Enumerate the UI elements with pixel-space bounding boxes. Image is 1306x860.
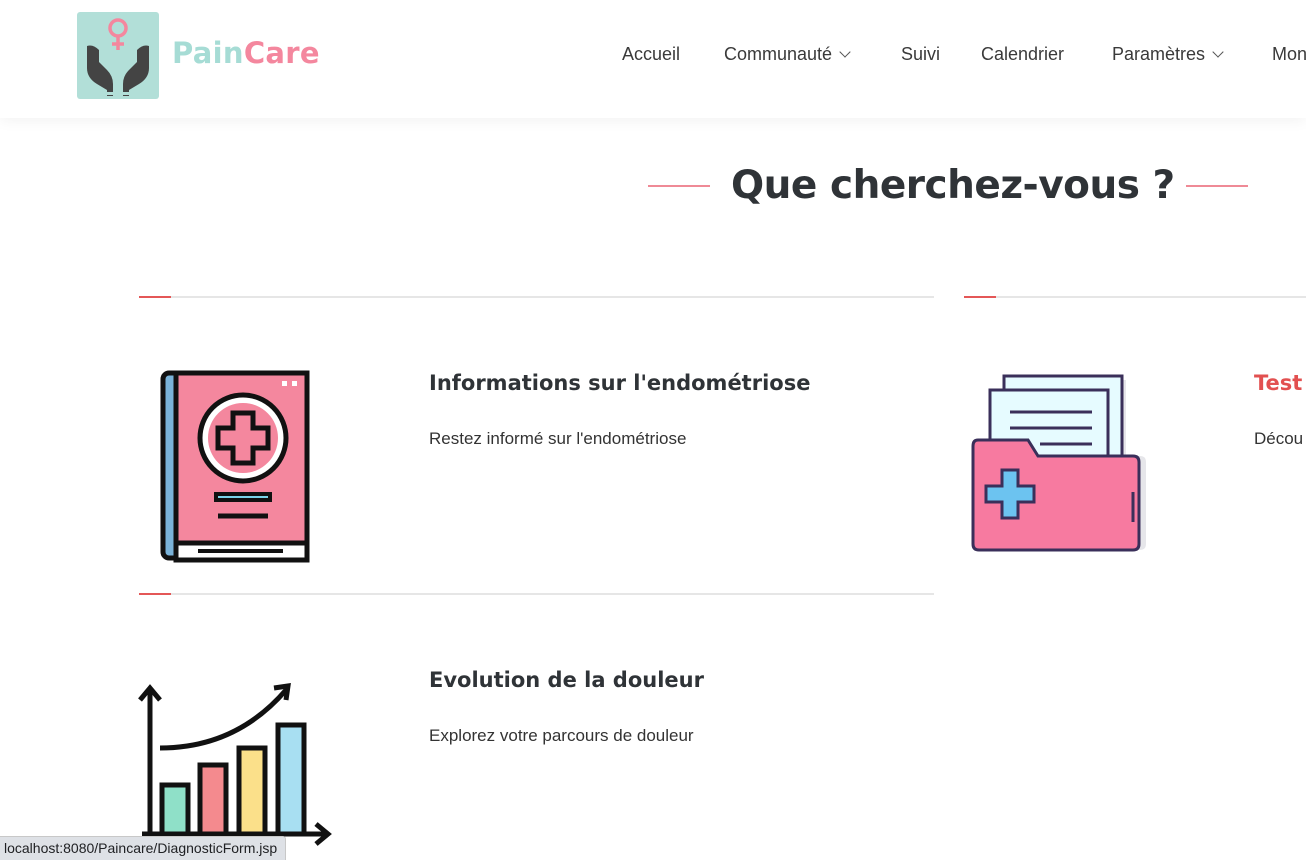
chevron-down-icon (839, 46, 851, 58)
medical-book-icon (160, 370, 310, 563)
card-divider (139, 593, 934, 595)
title-divider-right (1186, 185, 1248, 187)
card-accent (139, 296, 171, 298)
browser-status-url: localhost:8080/Paincare/DiagnosticForm.j… (0, 836, 287, 860)
card-title[interactable]: Evolution de la douleur (429, 668, 704, 692)
nav-label: Suivi (901, 44, 941, 64)
nav-label: Calendrier (981, 44, 1065, 64)
card-title[interactable]: Test (1254, 371, 1306, 395)
nav-suivi[interactable]: Suivi (901, 44, 940, 65)
card-description: Explorez votre parcours de douleur (429, 726, 694, 745)
card-accent (964, 296, 996, 298)
medical-folder-icon (971, 374, 1146, 552)
nav-label: Accueil (622, 44, 681, 64)
nav-calendrier[interactable]: Calendrier (981, 44, 1064, 65)
card-description: Restez informé sur l'endométriose (429, 429, 687, 448)
card-divider (139, 296, 934, 298)
nav-label: Communauté (724, 44, 833, 64)
nav-label: Mon (1272, 44, 1306, 64)
site-header: PainCare Accueil Communauté Suivi Calend… (0, 0, 1306, 118)
section-heading: Que cherchez-vous ? (648, 163, 1248, 213)
title-divider-left (648, 185, 710, 187)
nav-accueil[interactable]: Accueil (622, 44, 680, 65)
card-title[interactable]: Informations sur l'endométriose (429, 371, 810, 395)
main-nav: Accueil Communauté Suivi Calendrier Para… (0, 44, 1306, 70)
nav-mon[interactable]: Mon (1272, 44, 1306, 65)
nav-communaute[interactable]: Communauté (724, 44, 851, 65)
card-description: Décou (1254, 429, 1304, 448)
card-accent (139, 593, 171, 595)
chevron-down-icon (1212, 46, 1224, 58)
card-divider (964, 296, 1306, 298)
nav-parametres[interactable]: Paramètres (1112, 44, 1224, 65)
growth-chart-icon (138, 683, 332, 846)
section-title: Que cherchez-vous ? (731, 163, 1175, 208)
nav-label: Paramètres (1112, 44, 1206, 64)
